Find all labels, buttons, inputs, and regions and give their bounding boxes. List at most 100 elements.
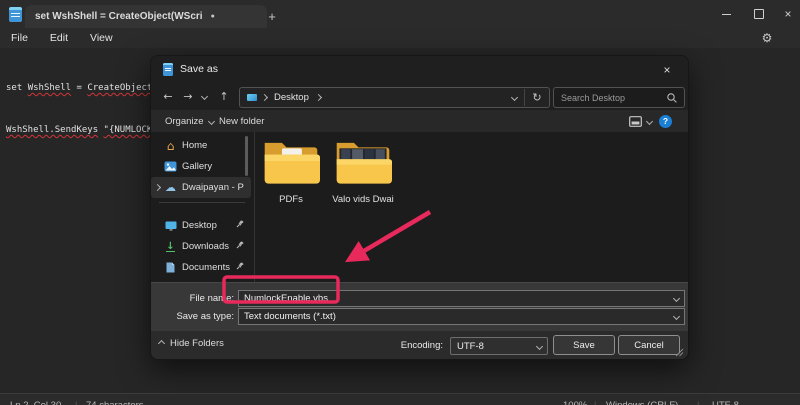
chevron-right-icon	[153, 184, 160, 191]
menu-edit[interactable]: Edit	[39, 28, 79, 48]
unsaved-dot-icon: ●	[211, 13, 215, 20]
save-type-dropdown[interactable]	[668, 314, 684, 319]
nav-forward-button[interactable]: →	[179, 87, 197, 105]
nav-recent-chevron[interactable]	[197, 87, 211, 105]
encoding-value: UTF-8	[451, 341, 531, 352]
notepad-titlebar: set WshShell = CreateObject(WScri ● + ×	[0, 0, 800, 28]
onedrive-cloud-icon: ☁	[163, 181, 178, 194]
save-button[interactable]: Save	[553, 335, 615, 355]
desktop-mini-icon	[247, 94, 257, 101]
menu-view[interactable]: View	[79, 28, 124, 48]
chevron-up-icon	[158, 340, 165, 347]
settings-gear-icon[interactable]: ⚙	[755, 28, 779, 48]
status-cursor-position: Ln 2, Col 30	[10, 400, 61, 405]
chevron-down-icon	[208, 117, 215, 124]
documents-icon	[163, 262, 178, 273]
nav-back-button[interactable]: ←	[159, 87, 177, 105]
maximize-icon	[754, 9, 764, 19]
minimize-icon	[722, 14, 731, 15]
code-line-2: WshShell.SendKeys "{NUMLOCK}"	[6, 123, 163, 137]
encoding-dropdown[interactable]: UTF-8	[450, 337, 548, 355]
search-icon	[666, 92, 678, 104]
organize-button[interactable]: Organize	[165, 114, 214, 128]
save-type-label: Save as type:	[151, 311, 234, 322]
dialog-fields: File name: Save as type: Text documents …	[151, 282, 688, 332]
notepad-tab[interactable]: set WshShell = CreateObject(WScri ●	[25, 5, 267, 28]
pin-icon	[236, 241, 244, 252]
file-name-label: File name:	[151, 293, 234, 304]
chevron-down-icon	[646, 117, 653, 124]
sidebar-divider	[159, 202, 245, 203]
menu-file[interactable]: File	[0, 28, 39, 48]
save-type-value: Text documents (*.txt)	[239, 311, 668, 322]
screenshot-root: set WshShell = CreateObject(WScri ● + × …	[0, 0, 800, 405]
notepad-app-icon	[9, 7, 22, 22]
close-icon: ×	[663, 63, 670, 77]
gallery-icon	[163, 161, 178, 172]
maximize-button[interactable]	[744, 0, 774, 28]
folder-name: PDFs	[255, 194, 327, 205]
notepad-menubar: File Edit View	[0, 28, 800, 48]
view-icon	[629, 116, 642, 127]
save-as-dialog: Save as × ← → ↑ Desktop ↻	[150, 55, 689, 360]
sidebar-item-documents[interactable]: Documents	[151, 257, 251, 278]
view-toggle-button[interactable]	[629, 114, 652, 128]
dialog-navbar: ← → ↑ Desktop ↻	[151, 83, 688, 110]
chevron-down-icon	[510, 94, 517, 101]
chevron-down-icon	[672, 295, 679, 302]
refresh-button[interactable]: ↻	[524, 89, 549, 106]
chevron-down-icon	[672, 313, 679, 320]
downloads-icon: ↓	[166, 242, 174, 252]
chevron-right-icon	[261, 94, 268, 101]
search-input[interactable]	[554, 93, 666, 103]
sidebar-item-downloads[interactable]: ↓ Downloads	[151, 236, 251, 257]
status-encoding[interactable]: UTF-8	[712, 400, 739, 405]
code-line-1: set WshShell = CreateObject("	[6, 81, 163, 95]
help-button[interactable]: ?	[659, 114, 672, 128]
dialog-close-button[interactable]: ×	[655, 60, 679, 79]
status-line-ending[interactable]: Windows (CRLF)	[606, 400, 678, 405]
encoding-label: Encoding:	[393, 340, 443, 351]
minimize-button[interactable]	[711, 0, 741, 28]
pin-icon	[236, 220, 244, 231]
sidebar-item-desktop[interactable]: Desktop	[151, 215, 251, 236]
new-folder-button[interactable]: New folder	[219, 114, 264, 128]
close-icon: ×	[784, 7, 791, 21]
address-dropdown-button[interactable]	[504, 95, 524, 100]
dialog-toolbar: Organize New folder ?	[151, 110, 688, 133]
sidebar-item-gallery[interactable]: Gallery	[151, 156, 251, 177]
chevron-right-icon	[315, 94, 322, 101]
resize-grip[interactable]	[675, 348, 684, 357]
editor-text[interactable]: set WshShell = CreateObject(" WshShell.S…	[6, 53, 163, 165]
save-type-field[interactable]: Text documents (*.txt)	[238, 308, 685, 325]
dialog-titlebar: Save as ×	[151, 56, 688, 83]
breadcrumb[interactable]: Desktop ↻	[239, 87, 550, 108]
dialog-footer: Hide Folders Encoding: UTF-8 Save Cancel	[151, 331, 688, 359]
file-name-input[interactable]	[239, 293, 668, 304]
sidebar-item-home[interactable]: ⌂ Home	[151, 135, 251, 156]
file-name-field[interactable]	[238, 290, 685, 307]
window-close-button[interactable]: ×	[773, 0, 800, 28]
help-icon: ?	[659, 115, 672, 128]
status-char-count: 74 characters	[86, 400, 144, 405]
new-tab-button[interactable]: +	[262, 6, 282, 26]
cancel-button[interactable]: Cancel	[618, 335, 680, 355]
folder-tile-valo-vids[interactable]: Valo vids Dwai	[327, 137, 399, 205]
folder-icon	[262, 137, 320, 185]
search-box[interactable]	[553, 87, 685, 108]
folder-icon	[334, 137, 392, 185]
notepad-statusbar: Ln 2, Col 30 | 74 characters 100% | Wind…	[0, 393, 800, 405]
sidebar-scrollbar[interactable]	[245, 136, 248, 176]
dialog-body: ⌂ Home Gallery ☁	[151, 132, 688, 282]
breadcrumb-desktop[interactable]: Desktop	[274, 92, 309, 103]
tab-title: set WshShell = CreateObject(WScri	[35, 11, 203, 22]
sidebar-item-onedrive[interactable]: ☁ Dwaipayan - Per	[151, 177, 251, 198]
desktop-icon	[163, 221, 178, 231]
home-icon: ⌂	[163, 139, 178, 153]
chevron-down-icon	[535, 342, 542, 349]
hide-folders-button[interactable]: Hide Folders	[159, 338, 224, 349]
folder-tile-pdfs[interactable]: PDFs	[255, 137, 327, 205]
file-name-dropdown[interactable]	[668, 296, 684, 301]
nav-up-button[interactable]: ↑	[215, 87, 233, 105]
status-zoom-level[interactable]: 100%	[563, 400, 587, 405]
